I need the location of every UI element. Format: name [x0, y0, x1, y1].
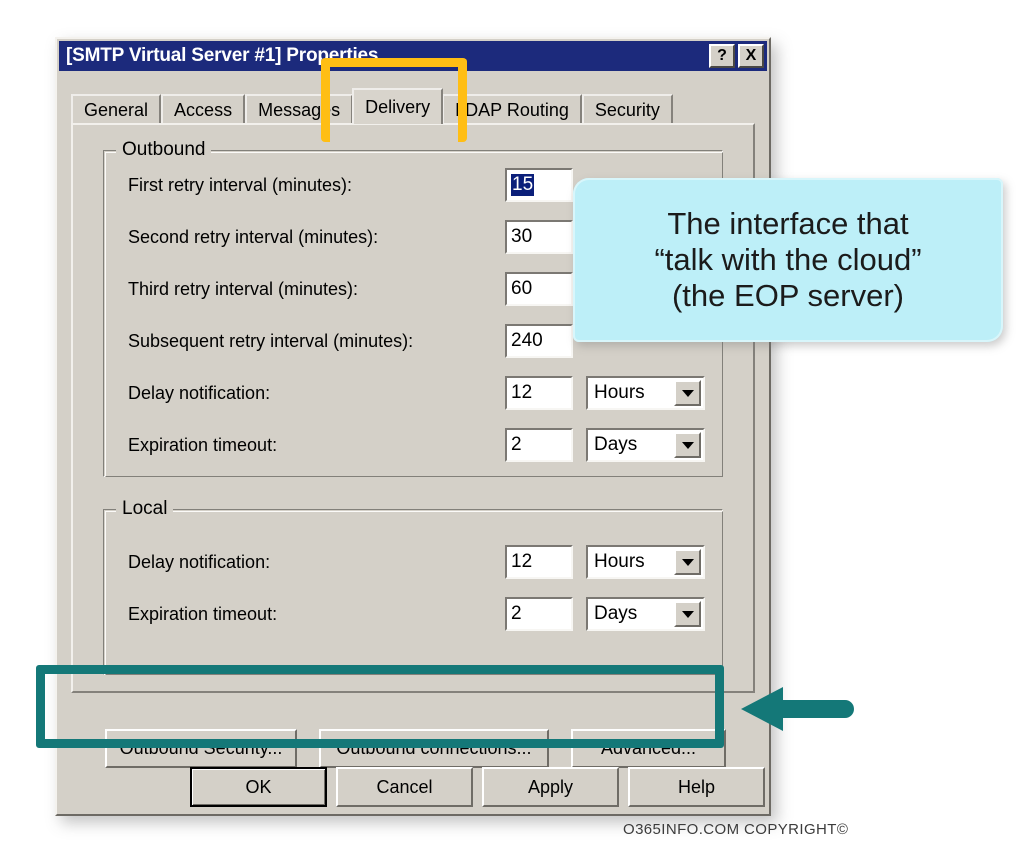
local-delay-notification-label: Delay notification: — [128, 552, 271, 572]
second-retry-label: Second retry interval (minutes): — [128, 227, 379, 247]
tab-security[interactable]: Security — [581, 94, 673, 124]
callout-line-3: (the EOP server) — [671, 278, 904, 314]
second-retry-input[interactable]: 30 — [505, 220, 573, 254]
third-retry-value: 60 — [511, 278, 533, 299]
outbound-delay-notification-label: Delay notification: — [128, 383, 271, 403]
outbound-group-title: Outbound — [116, 139, 212, 161]
cancel-button[interactable]: Cancel — [336, 767, 473, 807]
third-retry-input[interactable]: 60 — [505, 272, 573, 306]
local-expiration-timeout-value: 2 — [511, 603, 522, 624]
chevron-down-icon[interactable] — [674, 432, 701, 458]
second-retry-value: 30 — [511, 226, 533, 247]
third-retry-label: Third retry interval (minutes): — [128, 279, 359, 299]
local-expiration-timeout-unit-select[interactable]: Days — [586, 597, 705, 631]
outbound-delay-notification-input[interactable]: 12 — [505, 376, 573, 410]
first-retry-label: First retry interval (minutes): — [128, 175, 353, 195]
titlebar-close-icon[interactable]: X — [738, 44, 764, 68]
tab-general[interactable]: General — [71, 94, 162, 124]
apply-button[interactable]: Apply — [482, 767, 619, 807]
local-group-title: Local — [116, 498, 174, 520]
first-retry-value: 15 — [511, 174, 535, 196]
local-expiration-timeout-unit-value: Days — [594, 603, 638, 624]
tab-access[interactable]: Access — [161, 94, 246, 124]
local-group: Local — [103, 498, 723, 675]
local-delay-notification-input[interactable]: 12 — [505, 545, 573, 579]
titlebar-help-icon[interactable]: ? — [709, 44, 735, 68]
subsequent-retry-label: Subsequent retry interval (minutes): — [128, 331, 414, 351]
outbound-expiration-timeout-value: 2 — [511, 434, 522, 455]
outbound-delay-notification-value: 12 — [511, 382, 533, 403]
action-buttons-highlight-annotation — [36, 665, 724, 748]
outbound-delay-notification-unit-value: Hours — [594, 382, 645, 403]
first-retry-input[interactable]: 15 — [505, 168, 573, 202]
help-button[interactable]: Help — [628, 767, 765, 807]
outbound-expiration-timeout-label: Expiration timeout: — [128, 435, 278, 455]
callout-line-2: “talk with the cloud” — [654, 241, 922, 277]
outbound-delay-notification-unit-select[interactable]: Hours — [586, 376, 705, 410]
local-delay-notification-unit-value: Hours — [594, 551, 645, 572]
chevron-down-icon[interactable] — [674, 549, 701, 575]
local-expiration-timeout-input[interactable]: 2 — [505, 597, 573, 631]
outbound-expiration-timeout-input[interactable]: 2 — [505, 428, 573, 462]
local-expiration-timeout-label: Expiration timeout: — [128, 604, 278, 624]
subsequent-retry-input[interactable]: 240 — [505, 324, 573, 358]
callout-bubble: The interface that “talk with the cloud”… — [573, 178, 1003, 342]
outbound-expiration-timeout-unit-select[interactable]: Days — [586, 428, 705, 462]
local-delay-notification-unit-select[interactable]: Hours — [586, 545, 705, 579]
delivery-tab-highlight-annotation — [321, 58, 467, 142]
teal-arrow-annotation — [741, 687, 854, 731]
callout-line-1: The interface that — [667, 205, 909, 241]
subsequent-retry-value: 240 — [511, 330, 543, 351]
chevron-down-icon[interactable] — [674, 380, 701, 406]
local-delay-notification-value: 12 — [511, 551, 533, 572]
ok-button[interactable]: OK — [190, 767, 327, 807]
chevron-down-icon[interactable] — [674, 601, 701, 627]
copyright-text: O365INFO.COM COPYRIGHT© — [623, 821, 849, 838]
outbound-expiration-timeout-unit-value: Days — [594, 434, 638, 455]
